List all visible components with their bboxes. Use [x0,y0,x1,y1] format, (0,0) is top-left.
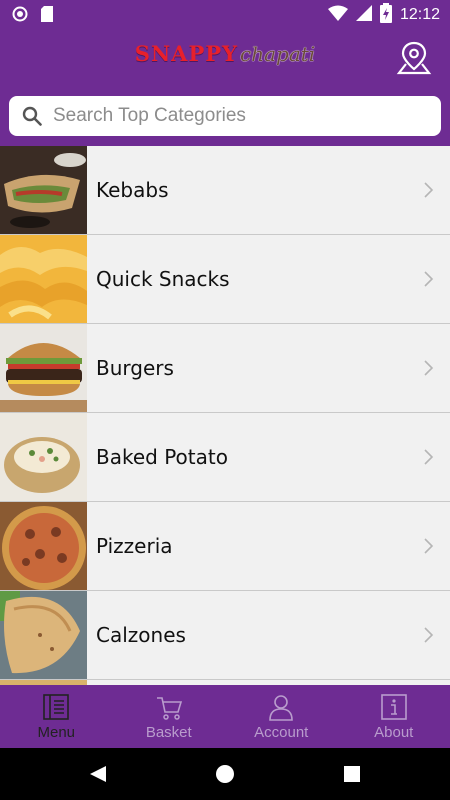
category-row-pizzeria[interactable]: Pizzeria [0,502,450,591]
pizzeria-image [0,502,87,590]
tab-label: Menu [37,724,76,741]
cart-icon [155,693,183,721]
search-icon [22,106,42,126]
status-time: 12:12 [399,6,440,23]
category-list: Kebabs Quick Snacks Burgers Baked Potato… [0,146,450,685]
chevron-right-icon [424,271,434,287]
category-row-burgers[interactable]: Burgers [0,324,450,413]
category-row-baked-potato[interactable]: Baked Potato [0,413,450,502]
category-row-calzones[interactable]: Calzones [0,591,450,680]
system-navigation-bar [0,748,450,800]
category-label: Quick Snacks [96,267,230,291]
baked-potato-image [0,413,87,501]
recents-icon[interactable] [340,762,364,786]
chevron-right-icon [424,538,434,554]
back-icon[interactable] [86,762,110,786]
bottom-tab-bar: Menu Basket Account About [0,685,450,748]
quick-snacks-image [0,235,87,323]
category-row-quick-snacks[interactable]: Quick Snacks [0,235,450,324]
tab-basket[interactable]: Basket [113,685,226,748]
category-label: Baked Potato [96,445,228,469]
burgers-image [0,324,87,412]
home-icon[interactable] [213,762,237,786]
chevron-right-icon [424,449,434,465]
battery-charging-icon [379,3,392,27]
calzones-image [0,591,87,679]
tab-menu[interactable]: Menu [0,685,113,748]
tab-label: Basket [145,724,192,741]
brand-logo: SNAPPY chapati [0,41,450,66]
chevron-right-icon [424,360,434,376]
app-header: SNAPPY chapati [0,30,450,146]
status-bar: 12:12 [0,0,450,30]
menu-icon [42,693,70,721]
store-location-button[interactable] [396,40,432,76]
tab-label: About [374,724,414,741]
signal-icon [355,5,372,25]
chevron-right-icon [424,182,434,198]
tab-label: Account [254,724,309,741]
category-label: Calzones [96,623,186,647]
wifi-icon [327,5,348,25]
search-bar [9,96,441,136]
chevron-right-icon [424,627,434,643]
category-label: Pizzeria [96,534,173,558]
notification-circle-icon [12,6,28,26]
logo-snappy-text: SNAPPY [134,41,239,66]
map-pin-icon [396,41,432,80]
category-row-kebabs[interactable]: Kebabs [0,146,450,235]
search-input[interactable] [53,96,433,136]
category-label: Burgers [96,356,174,380]
logo-chapati-text: chapati [240,42,316,66]
tab-account[interactable]: Account [225,685,338,748]
info-icon [380,693,408,721]
category-label: Kebabs [96,178,169,202]
kebabs-image [0,146,87,234]
sd-card-icon [40,6,54,26]
user-icon [267,693,295,721]
tab-about[interactable]: About [338,685,450,748]
